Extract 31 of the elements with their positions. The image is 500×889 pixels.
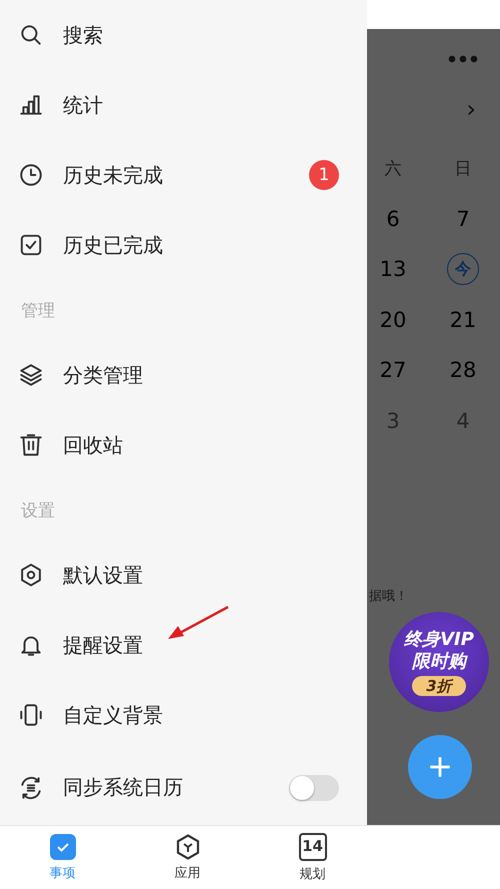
vip-promo-badge[interactable]: 终身VIP 限时购 3折 (389, 612, 489, 712)
menu-item[interactable]: 历史已完成 (0, 210, 367, 280)
menu-item[interactable]: 搜索 (0, 0, 367, 70)
calendar-icon: 14 (298, 832, 326, 860)
menu-item[interactable]: 统计 (0, 70, 367, 140)
trash-icon (18, 432, 44, 458)
more-icon[interactable] (448, 55, 478, 63)
phone-icon (18, 702, 44, 728)
count-badge: 1 (309, 160, 339, 190)
menu-item[interactable]: 自定义背景 (0, 680, 367, 750)
section-label: 管理 (21, 300, 55, 322)
menu-item[interactable]: 分类管理 (0, 340, 367, 410)
nav-tab[interactable]: 14 规划 (250, 826, 375, 889)
annotation-arrow (166, 605, 230, 641)
hexagon-icon (174, 834, 200, 860)
nav-tab[interactable]: 应用 (125, 826, 250, 889)
hint-text: 据哦！ (369, 588, 408, 605)
menu-item[interactable]: 同步系统日历 (0, 750, 367, 825)
menu-item[interactable]: 回收站 (0, 410, 367, 480)
section-label: 设置 (21, 500, 55, 522)
checkbox-icon (50, 834, 76, 860)
menu-item[interactable]: 历史未完成 1 (0, 140, 367, 210)
gear-icon (18, 562, 44, 588)
menu-item[interactable]: 提醒设置 (0, 610, 367, 680)
layers-icon (18, 362, 44, 388)
toggle-switch[interactable] (289, 774, 339, 800)
menu-item[interactable]: 默认设置 (0, 540, 367, 610)
clock-icon (18, 162, 44, 188)
weekday-label: 日 (454, 158, 472, 180)
weekday-label: 六 (384, 158, 402, 180)
checkbox-icon (18, 232, 44, 258)
